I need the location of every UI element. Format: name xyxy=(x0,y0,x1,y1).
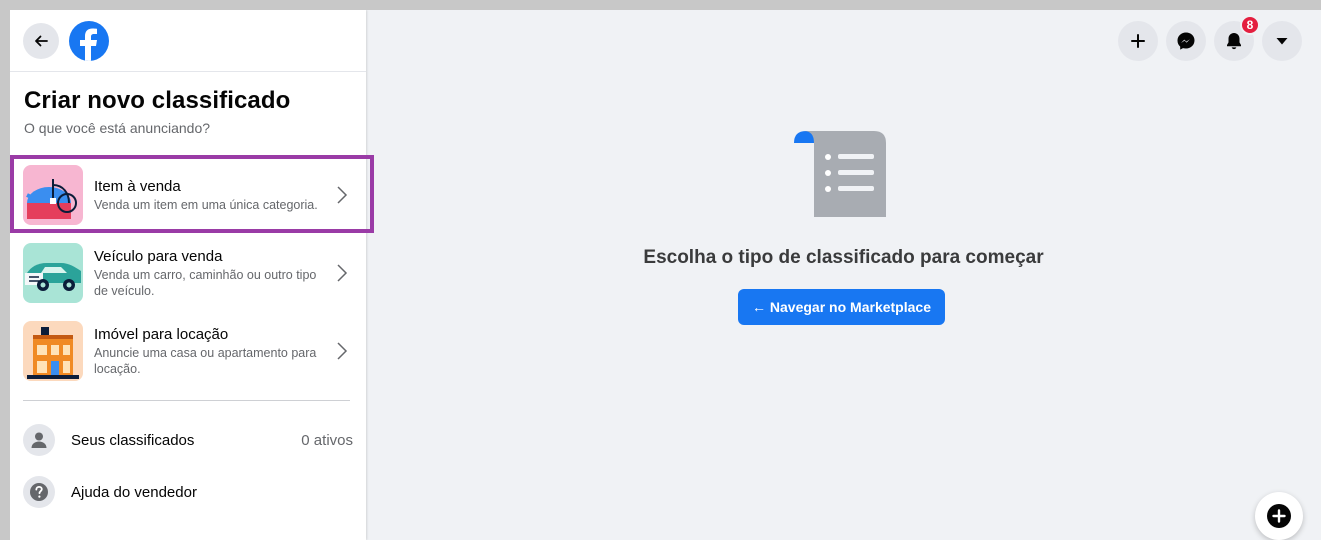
seller-help-link[interactable]: Ajuda do vendedor xyxy=(23,474,353,510)
browse-marketplace-button[interactable]: ← Navegar no Marketplace xyxy=(738,289,945,325)
option-label: Veículo para venda xyxy=(94,247,223,265)
option-vehicle-for-sale[interactable]: Veículo para venda Venda um carro, camin… xyxy=(10,234,366,312)
messenger-icon xyxy=(1177,32,1195,50)
seller-help-label: Ajuda do vendedor xyxy=(71,483,197,501)
my-listings-label: Seus classificados xyxy=(71,431,195,449)
app-frame: Criar novo classificado O que você está … xyxy=(10,10,1321,540)
kettle-icon xyxy=(23,165,83,225)
caret-down-icon xyxy=(1276,38,1288,45)
account-menu-button[interactable] xyxy=(1262,21,1302,61)
option-property-for-rent[interactable]: Imóvel para locação Anuncie uma casa ou … xyxy=(10,312,366,390)
page-subtitle: O que você está anunciando? xyxy=(24,120,211,136)
my-listings-count: 0 ativos xyxy=(301,431,353,449)
facebook-logo[interactable] xyxy=(69,20,109,61)
messenger-button[interactable] xyxy=(1166,21,1206,61)
chevron-right-icon xyxy=(337,264,348,282)
help-icon xyxy=(23,476,55,508)
option-item-for-sale[interactable]: Item à venda Venda um item em uma única … xyxy=(10,156,366,234)
sidebar-topbar xyxy=(10,10,366,72)
option-label: Item à venda xyxy=(94,177,181,195)
create-button[interactable] xyxy=(1118,21,1158,61)
document-list-icon xyxy=(794,131,886,217)
back-button[interactable] xyxy=(23,22,59,59)
facebook-f-icon xyxy=(80,28,97,61)
page-title: Criar novo classificado xyxy=(24,87,291,114)
option-description: Venda um item em uma única categoria. xyxy=(94,197,318,212)
option-description: Anuncie uma casa ou apartamento para loc… xyxy=(94,345,317,376)
person-icon xyxy=(23,424,55,456)
compose-plus-icon xyxy=(1267,504,1291,528)
sidebar: Criar novo classificado O que você está … xyxy=(10,10,366,540)
bell-icon xyxy=(1227,33,1241,50)
new-message-button[interactable] xyxy=(1255,492,1303,540)
car-icon xyxy=(23,243,83,303)
arrow-left-icon xyxy=(35,35,48,46)
plus-icon xyxy=(1131,34,1145,48)
option-label: Imóvel para locação xyxy=(94,325,229,343)
divider xyxy=(23,400,350,401)
notification-badge: 8 xyxy=(1240,15,1260,35)
option-description: Venda um carro, caminhão ou outro tipo d… xyxy=(94,267,317,298)
empty-state-message: Escolha o tipo de classificado para come… xyxy=(643,247,1044,268)
chevron-right-icon xyxy=(337,342,348,360)
chevron-right-icon xyxy=(337,186,348,204)
house-icon xyxy=(23,321,83,381)
my-listings-link[interactable]: Seus classificados 0 ativos xyxy=(23,422,353,458)
